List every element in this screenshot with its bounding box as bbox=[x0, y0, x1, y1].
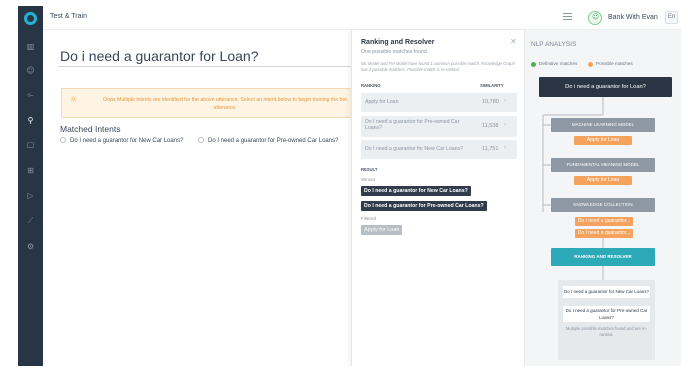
ranking-row-label: Apply for Loan bbox=[365, 99, 399, 105]
bar-chart-icon[interactable]: ▥ bbox=[25, 42, 36, 51]
bot-name[interactable]: Bank With Evan bbox=[608, 14, 658, 21]
grid-icon[interactable]: ⊞ bbox=[25, 166, 36, 175]
filtered-intent-chip[interactable]: Apply for Loan bbox=[361, 225, 403, 235]
fm-match-chip[interactable]: Apply for Loan bbox=[574, 176, 632, 185]
definitive-legend-label: Definitive matches bbox=[539, 61, 578, 66]
language-selector[interactable]: En bbox=[665, 11, 678, 24]
ranking-row[interactable]: Do I need a guarantor for Pre-owned Car … bbox=[361, 116, 517, 137]
ranking-resolver-panel: ✕ Ranking and Resolver One possible matc… bbox=[351, 30, 524, 366]
result-label: RESULT bbox=[361, 167, 378, 172]
wrench-icon[interactable]: ⚲ bbox=[25, 116, 36, 125]
page-title: Test & Train bbox=[50, 13, 87, 20]
app-logo[interactable] bbox=[24, 12, 37, 25]
warning-text: Oops Multiple intents are identified for… bbox=[103, 97, 347, 103]
chevron-right-icon[interactable]: › bbox=[504, 145, 506, 151]
ml-match-chip[interactable]: Apply for Loan bbox=[574, 136, 632, 145]
radio-button[interactable] bbox=[60, 137, 66, 143]
nlp-analysis-title: NLP ANALYSIS bbox=[531, 41, 577, 48]
kg-match-chip[interactable]: Do I need a guarantor... bbox=[575, 229, 633, 238]
definitive-legend-dot bbox=[531, 62, 536, 67]
warning-icon: ☼ bbox=[70, 95, 78, 104]
play-icon[interactable]: ▷ bbox=[25, 191, 36, 200]
ranking-resolver-box[interactable]: RANKING AND RESOLVER bbox=[551, 248, 655, 266]
similarity-value: 11,751 bbox=[482, 146, 499, 152]
bot-icon[interactable]: ☺ bbox=[25, 66, 36, 75]
similarity-column-header: SIMILARITY bbox=[480, 83, 504, 88]
nlp-analysis-panel: NLP ANALYSIS Definitive matches Possible… bbox=[524, 30, 681, 366]
ranking-column-header: RANKING bbox=[361, 83, 381, 88]
similarity-value: 11,538 bbox=[482, 123, 499, 129]
fm-model-box[interactable]: FUNDAMENTAL MEANING MODEL bbox=[551, 158, 655, 172]
ranking-title: Ranking and Resolver bbox=[361, 39, 435, 46]
close-icon[interactable]: ✕ bbox=[510, 37, 517, 46]
chat-icon[interactable]: ▢ bbox=[25, 140, 36, 149]
flow-icon[interactable]: ⟜ bbox=[25, 90, 36, 99]
robot-icon[interactable]: ☺ bbox=[588, 11, 602, 25]
knowledge-collection-box[interactable]: KNOWLEDGE COLLECTION bbox=[551, 198, 655, 212]
ranking-row-label: Do I need a guarantor for New Car Loans? bbox=[365, 146, 464, 152]
winner-intent-chip[interactable]: Do I need a guarantor for New Car Loans? bbox=[361, 186, 471, 196]
app-window: ▥ ☺ ⟜ ⚲ ▢ ⊞ ▷ ⟋ ⚙ Test & Train ☺ Bank Wi… bbox=[18, 6, 681, 366]
hamburger-menu-icon[interactable] bbox=[563, 13, 572, 21]
chevron-right-icon[interactable]: › bbox=[504, 98, 506, 104]
output-intent-card: Do I need a guarantor for Pre-owned Car … bbox=[563, 306, 650, 322]
kg-match-chip[interactable]: Do I need a guarantor... bbox=[575, 217, 633, 226]
similarity-value: 10,780 bbox=[482, 99, 499, 105]
left-nav-rail: ▥ ☺ ⟜ ⚲ ▢ ⊞ ▷ ⟋ ⚙ bbox=[18, 6, 43, 366]
settings-icon[interactable]: ⚙ bbox=[25, 242, 36, 251]
output-note: Multiple possible matches found and are … bbox=[565, 326, 648, 337]
matched-intents-title: Matched Intents bbox=[60, 124, 121, 134]
top-bar: Test & Train ☺ Bank With Evan En bbox=[43, 6, 681, 30]
ranking-row-label: Do I need a guarantor for Pre-owned Car … bbox=[365, 119, 460, 131]
output-intent-card: Do I need a guarantor for New Car Loans? bbox=[563, 286, 650, 298]
matched-intent-option[interactable]: Do I need a guarantor for Pre-owned Car … bbox=[198, 137, 338, 144]
possible-legend-label: Possible matches bbox=[596, 61, 633, 66]
ranking-row[interactable]: Apply for Loan 10,780 › bbox=[361, 93, 517, 112]
warning-text-cont: utterance. bbox=[213, 105, 237, 111]
ml-model-box[interactable]: MACHINE LEARNING MODEL bbox=[551, 118, 655, 132]
matched-intent-option[interactable]: Do I need a guarantor for New Car Loans? bbox=[60, 137, 183, 144]
chevron-right-icon[interactable]: › bbox=[504, 122, 506, 128]
utterance-underline bbox=[58, 66, 370, 67]
analytics-icon[interactable]: ⟋ bbox=[25, 216, 36, 225]
ranking-row[interactable]: Do I need a guarantor for New Car Loans?… bbox=[361, 140, 517, 159]
possible-legend-dot bbox=[588, 62, 593, 67]
warning-banner: ☼ Oops Multiple intents are identified f… bbox=[61, 88, 370, 118]
ranking-description: ML Model and FM Model have found 1 commo… bbox=[361, 61, 515, 72]
utterance-text[interactable]: Do i need a guarantor for Loan? bbox=[60, 48, 258, 64]
winner-intent-chip[interactable]: Do I need a guarantor for Pre-owned Car … bbox=[361, 201, 487, 211]
filtered-label: Filtered bbox=[361, 216, 377, 221]
nlp-utterance-box: Do i need a guarantor for Loan? bbox=[539, 77, 672, 97]
ranking-subtitle: One possible matches found. bbox=[361, 49, 429, 55]
radio-button[interactable] bbox=[198, 137, 204, 143]
winner-label: Winner bbox=[361, 177, 376, 182]
